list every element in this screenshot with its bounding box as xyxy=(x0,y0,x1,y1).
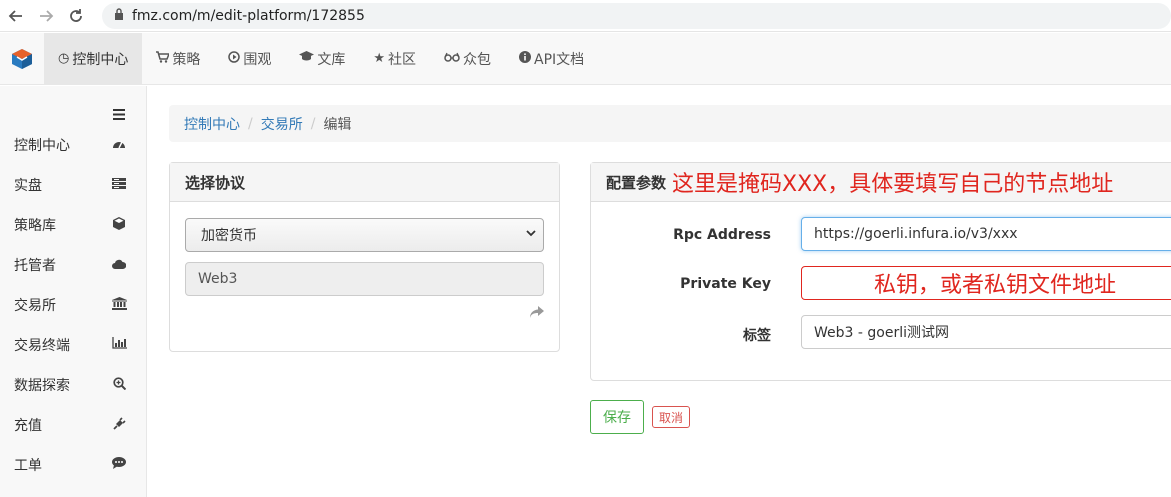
topnav-label: API文档 xyxy=(534,51,585,68)
lock-icon xyxy=(114,7,124,24)
breadcrumb-link-control-center[interactable]: 控制中心 xyxy=(184,114,240,134)
topnav-label: 文库 xyxy=(317,51,346,68)
server-icon xyxy=(111,177,127,193)
breadcrumb-separator: / xyxy=(248,115,253,132)
sidebar-item-label: 实盘 xyxy=(14,178,42,194)
sidebar-item-exchange[interactable]: 交易所 xyxy=(0,285,147,325)
config-panel: 配置参数 这里是掩码XXX，具体要填写自己的节点地址 Rpc Address h… xyxy=(590,162,1171,381)
plug-icon xyxy=(111,416,127,434)
forward-arrow-icon[interactable] xyxy=(34,4,58,28)
topnav-label: 社区 xyxy=(388,51,416,68)
comment-icon xyxy=(111,457,127,473)
save-button[interactable]: 保存 xyxy=(590,400,644,434)
tag-label: 标签 xyxy=(743,328,771,344)
sidebar: 控制中心 实盘 策略库 托管者 交易所 交易终端 数据探索 充值 工单 xyxy=(0,86,147,497)
chevron-down-icon xyxy=(525,227,537,242)
fmz-logo[interactable] xyxy=(0,33,44,84)
back-arrow-icon[interactable] xyxy=(4,4,28,28)
glasses-icon xyxy=(444,51,460,66)
sidebar-item-host[interactable]: 托管者 xyxy=(0,245,147,285)
cart-icon xyxy=(156,50,171,67)
protocol-readonly-field: Web3 xyxy=(185,262,544,296)
sidebar-item-label: 工单 xyxy=(14,458,42,474)
play-circle-icon xyxy=(228,50,241,67)
topnav-item-watch[interactable]: 围观 xyxy=(214,33,285,84)
sidebar-item-label: 数据探索 xyxy=(14,378,70,394)
sidebar-item-data-explore[interactable]: 数据探索 xyxy=(0,365,147,405)
topnav-item-control-center[interactable]: ◷ 控制中心 xyxy=(44,33,143,84)
cloud-icon xyxy=(111,258,127,273)
info-icon xyxy=(519,50,531,67)
sidebar-item-ticket[interactable]: 工单 xyxy=(0,445,147,485)
sidebar-item-label: 交易终端 xyxy=(14,338,70,354)
top-navbar: ◷ 控制中心 策略 围观 文库 ★ 社区 众包 API文档 xyxy=(0,33,1171,85)
protocol-panel-title: 选择协议 xyxy=(170,163,559,202)
breadcrumb-separator: / xyxy=(310,115,316,132)
rpc-address-value: https://goerli.infura.io/v3/xxx xyxy=(814,226,1018,242)
hamburger-menu-icon[interactable] xyxy=(113,105,125,124)
topnav-label: 策略 xyxy=(172,51,201,68)
star-icon: ★ xyxy=(373,51,385,66)
breadcrumb: 控制中心 / 交易所 / 编辑 xyxy=(169,105,1171,142)
graduation-cap-icon xyxy=(299,51,315,66)
bar-chart-icon xyxy=(111,337,127,353)
sidebar-item-label: 策略库 xyxy=(14,218,56,234)
annotation-note-top: 这里是掩码XXX，具体要填写自己的节点地址 xyxy=(672,172,1114,197)
share-arrow-icon[interactable] xyxy=(530,306,544,322)
search-plus-icon xyxy=(111,376,127,394)
rpc-address-label: Rpc Address xyxy=(673,227,771,243)
bank-icon xyxy=(111,296,127,314)
private-key-label: Private Key xyxy=(680,276,771,292)
topnav-item-crowdsource[interactable]: 众包 xyxy=(430,33,505,84)
protocol-panel: 选择协议 加密货币 Web3 xyxy=(169,162,560,352)
sidebar-item-live[interactable]: 实盘 xyxy=(0,165,147,205)
private-key-annotation: 私钥，或者私钥文件地址 xyxy=(874,273,1117,298)
sidebar-item-label: 交易所 xyxy=(14,298,56,314)
private-key-input[interactable]: 私钥，或者私钥文件地址 xyxy=(801,266,1171,300)
protocol-readonly-value: Web3 xyxy=(198,271,238,287)
clock-icon: ◷ xyxy=(58,51,70,66)
browser-toolbar: fmz.com/m/edit-platform/172855 xyxy=(0,0,1171,32)
topnav-label: 控制中心 xyxy=(72,51,129,68)
config-panel-title: 配置参数 xyxy=(606,173,667,192)
topnav-item-strategy[interactable]: 策略 xyxy=(142,33,214,84)
sidebar-item-label: 充值 xyxy=(14,418,42,434)
protocol-select[interactable]: 加密货币 xyxy=(185,218,544,252)
topnav-label: 众包 xyxy=(463,51,491,68)
sidebar-item-control-center[interactable]: 控制中心 xyxy=(0,125,147,165)
dashboard-icon xyxy=(111,138,127,153)
topnav-item-community[interactable]: ★ 社区 xyxy=(359,33,430,84)
cube-icon xyxy=(111,216,127,234)
sidebar-item-trading-terminal[interactable]: 交易终端 xyxy=(0,325,147,365)
cancel-button[interactable]: 取消 xyxy=(652,406,690,428)
sidebar-item-label: 控制中心 xyxy=(14,138,70,154)
tag-input[interactable]: Web3 - goerli测试网 xyxy=(801,315,1171,349)
url-text: fmz.com/m/edit-platform/172855 xyxy=(131,7,365,24)
tag-value: Web3 - goerli测试网 xyxy=(814,325,949,341)
topnav-item-api-docs[interactable]: API文档 xyxy=(505,33,598,84)
sidebar-item-strategy-library[interactable]: 策略库 xyxy=(0,205,147,245)
protocol-select-value: 加密货币 xyxy=(201,228,257,244)
breadcrumb-link-exchange[interactable]: 交易所 xyxy=(261,114,303,134)
breadcrumb-current: 编辑 xyxy=(323,116,352,133)
sidebar-item-label: 托管者 xyxy=(14,258,56,274)
address-bar[interactable]: fmz.com/m/edit-platform/172855 xyxy=(101,2,1171,29)
config-panel-heading: 配置参数 这里是掩码XXX，具体要填写自己的节点地址 xyxy=(591,163,1171,202)
rpc-address-input[interactable]: https://goerli.infura.io/v3/xxx xyxy=(801,217,1171,251)
topnav-label: 围观 xyxy=(243,51,272,68)
sidebar-item-recharge[interactable]: 充值 xyxy=(0,405,147,445)
reload-icon[interactable] xyxy=(64,4,88,28)
topnav-item-library[interactable]: 文库 xyxy=(285,33,359,84)
